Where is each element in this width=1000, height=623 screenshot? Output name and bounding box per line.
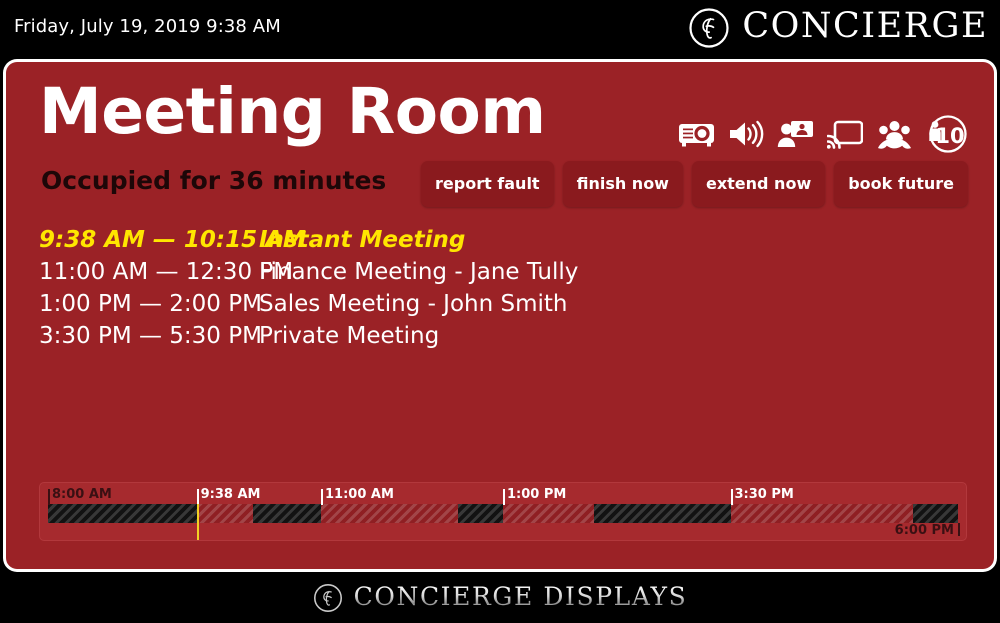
timeline-tick-label: 9:38 AM	[200, 487, 261, 502]
timeline-tick-label: 8:00 AM	[52, 487, 112, 502]
action-button-row: report fault finish now extend now book …	[421, 161, 968, 207]
booking-time: 9:38 AM — 10:15 AM	[39, 227, 306, 253]
booking-time: 1:00 PM — 2:00 PM	[39, 291, 262, 317]
room-panel: Meeting Room Occupied for 36 minutes 10 …	[6, 62, 994, 569]
booking-title: Instant Meeting	[259, 227, 466, 253]
conference-call-icon	[878, 121, 911, 149]
timeline-end-label: 6:00 PM	[895, 523, 960, 538]
concierge-monogram-icon	[313, 583, 342, 612]
book-future-button[interactable]: book future	[834, 161, 968, 207]
room-status-text: Occupied for 36 minutes	[41, 166, 387, 195]
booking-title: Private Meeting	[259, 323, 440, 349]
timeline-now-indicator	[196, 504, 199, 540]
clock-datetime: Friday, July 19, 2019 9:38 AM	[14, 16, 281, 37]
page-title: Meeting Room	[39, 75, 546, 148]
timeline-free-segment[interactable]	[48, 504, 197, 523]
timeline-booked-segment[interactable]	[196, 504, 253, 523]
list-item[interactable]: 3:30 PM — 5:30 PM Private Meeting	[39, 323, 939, 355]
concierge-brand: CONCIERGE	[688, 7, 988, 49]
projector-icon	[679, 124, 714, 147]
video-conference-icon	[777, 121, 813, 147]
extend-now-button[interactable]: extend now	[691, 161, 826, 207]
day-timeline[interactable]: 6:00 PM 8:00 AM 9:38 AM 11:00 AM 1:00 PM 3:3…	[39, 482, 967, 541]
facility-icon-row: 10	[678, 114, 968, 154]
capacity-badge: 10	[929, 115, 967, 153]
timeline-tick-label: 3:30 PM	[734, 487, 794, 502]
list-item[interactable]: 1:00 PM — 2:00 PM Sales Meeting - John S…	[39, 291, 939, 323]
footer-wordmark: CONCIERGE DISPLAYS	[353, 582, 688, 611]
timeline-free-segment[interactable]	[252, 504, 321, 523]
timeline-tick-label: 11:00 AM	[325, 487, 394, 502]
timeline-booked-segment[interactable]	[503, 504, 594, 523]
timeline-tick-label: 1:00 PM	[507, 487, 567, 502]
screen-cast-icon	[827, 120, 863, 149]
booking-title: Sales Meeting - John Smith	[259, 291, 568, 317]
report-fault-button[interactable]: report fault	[421, 161, 554, 207]
room-panel-frame: Meeting Room Occupied for 36 minutes 10 …	[3, 59, 997, 572]
bookings-list: 9:38 AM — 10:15 AM Instant Meeting 11:00…	[39, 227, 939, 355]
list-item[interactable]: 11:00 AM — 12:30 PM Finance Meeting - Ja…	[39, 259, 939, 291]
list-item[interactable]: 9:38 AM — 10:15 AM Instant Meeting	[39, 227, 939, 259]
concierge-monogram-icon	[689, 8, 729, 48]
capacity-value: 10	[935, 124, 964, 148]
speaker-icon	[730, 120, 764, 148]
booking-title: Finance Meeting - Jane Tully	[259, 259, 579, 285]
top-bar: Friday, July 19, 2019 9:38 AM CONCIERGE	[0, 0, 1000, 57]
timeline-free-segment[interactable]	[594, 504, 731, 523]
timeline-booked-segment[interactable]	[321, 504, 458, 523]
finish-now-button[interactable]: finish now	[562, 161, 683, 207]
timeline-booked-segment[interactable]	[730, 504, 913, 523]
timeline-free-segment[interactable]	[457, 504, 503, 523]
timeline-bar[interactable]	[48, 504, 958, 523]
booking-time: 11:00 AM — 12:30 PM	[39, 259, 294, 285]
booking-time: 3:30 PM — 5:30 PM	[39, 323, 262, 349]
brand-wordmark: CONCIERGE	[742, 6, 988, 46]
timeline-track[interactable]: 6:00 PM 8:00 AM 9:38 AM 11:00 AM 1:00 PM 3:3…	[40, 483, 966, 540]
timeline-free-segment[interactable]	[912, 504, 958, 523]
footer-bar: CONCIERGE DISPLAYS	[0, 572, 1000, 623]
